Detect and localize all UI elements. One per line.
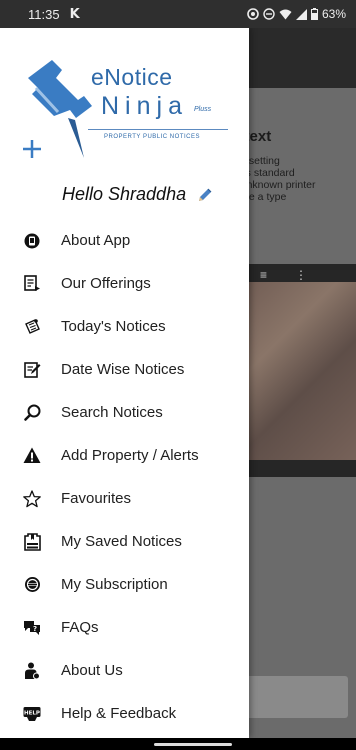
faq-icon: ? xyxy=(23,619,41,637)
edit-profile-icon[interactable] xyxy=(196,186,214,204)
app-logo: eNotice Ninja Pluss PROPERTY PUBLIC NOTI… xyxy=(18,54,233,164)
system-nav-bar xyxy=(0,738,356,750)
background-card xyxy=(232,676,348,718)
drawer-menu: About App Our Offerings Today's Notices … xyxy=(0,219,249,735)
menu-item-faqs[interactable]: ? FAQs xyxy=(0,606,249,649)
menu-item-help-feedback[interactable]: HELP Help & Feedback xyxy=(0,692,249,735)
menu-item-about-us[interactable]: About Us xyxy=(0,649,249,692)
background-video-player: ≡ ⋮ xyxy=(232,264,356,477)
video-thumbnail xyxy=(232,282,356,460)
search-icon xyxy=(23,404,41,422)
menu-label: My Subscription xyxy=(61,576,168,593)
menu-label: Search Notices xyxy=(61,404,163,421)
logo-text-pluss: Pluss xyxy=(194,106,212,113)
menu-item-favourites[interactable]: Favourites xyxy=(0,477,249,520)
battery-icon xyxy=(310,8,318,20)
alert-icon xyxy=(23,447,41,465)
menu-label: About App xyxy=(61,232,131,249)
about-app-icon xyxy=(23,232,41,250)
logo-subtitle: PROPERTY PUBLIC NOTICES xyxy=(104,134,200,140)
menu-label: About Us xyxy=(61,662,123,679)
menu-item-date-wise-notices[interactable]: Date Wise Notices xyxy=(0,348,249,391)
menu-label: Favourites xyxy=(61,490,132,507)
menu-label: Our Offerings xyxy=(61,275,151,292)
menu-item-my-subscription[interactable]: My Subscription xyxy=(0,563,249,606)
signal-icon xyxy=(295,8,307,20)
svg-text:HELP: HELP xyxy=(24,710,40,716)
menu-label: FAQs xyxy=(61,619,99,636)
menu-label: Add Property / Alerts xyxy=(61,447,199,464)
date-wise-icon xyxy=(23,361,41,379)
menu-item-todays-notices[interactable]: Today's Notices xyxy=(0,305,249,348)
star-icon xyxy=(23,489,41,508)
logo-text-enotice: eNotice xyxy=(91,64,173,90)
subscription-icon xyxy=(23,576,41,594)
todays-notices-icon xyxy=(23,318,41,336)
navigation-drawer: eNotice Ninja Pluss PROPERTY PUBLIC NOTI… xyxy=(0,28,249,738)
more-vert-icon: ⋮ xyxy=(295,268,308,282)
playlist-icon: ≡ xyxy=(260,268,268,282)
logo-text-ninja: Ninja xyxy=(101,92,188,120)
location-icon xyxy=(247,8,259,20)
home-gesture-handle[interactable] xyxy=(154,743,232,746)
menu-item-our-offerings[interactable]: Our Offerings xyxy=(0,262,249,305)
menu-item-add-property-alerts[interactable]: Add Property / Alerts xyxy=(0,434,249,477)
menu-label: Help & Feedback xyxy=(61,705,177,722)
menu-item-search-notices[interactable]: Search Notices xyxy=(0,391,249,434)
battery-percent: 63% xyxy=(321,7,346,21)
wifi-icon xyxy=(279,9,292,19)
help-icon: HELP xyxy=(23,705,41,723)
menu-label: Today's Notices xyxy=(61,318,166,335)
app-notification-icon: K xyxy=(69,6,80,22)
menu-label: Date Wise Notices xyxy=(61,361,185,378)
menu-item-about-app[interactable]: About App xyxy=(0,219,249,262)
status-bar: 11:35 K 63% xyxy=(0,0,356,28)
user-greeting: Hello Shraddha xyxy=(62,184,214,205)
offerings-icon xyxy=(23,275,41,293)
background-paragraph: ypesetting try's standard n unknown prin… xyxy=(232,155,316,203)
menu-item-my-saved-notices[interactable]: My Saved Notices xyxy=(0,520,249,563)
menu-label: My Saved Notices xyxy=(61,533,182,550)
saved-icon xyxy=(23,532,41,551)
logo-divider xyxy=(88,129,228,130)
status-time: 11:35 xyxy=(28,6,60,22)
dnd-icon xyxy=(263,8,275,20)
greeting-text: Hello Shraddha xyxy=(62,184,187,204)
about-us-icon xyxy=(23,662,41,680)
svg-text:?: ? xyxy=(33,625,37,633)
